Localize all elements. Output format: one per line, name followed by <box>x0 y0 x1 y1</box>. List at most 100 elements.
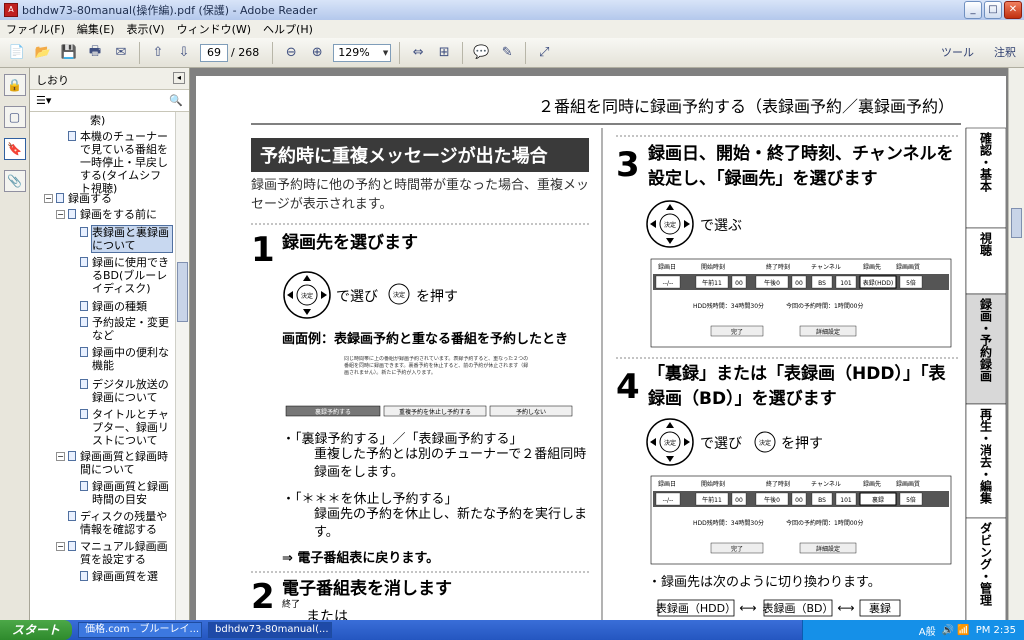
svg-text:詳細設定: 詳細設定 <box>816 328 840 336</box>
adobe-reader-icon: A <box>4 3 18 17</box>
bullet2-body: 録画先の予約を休止し、新たな予約を実行します。 <box>314 507 588 540</box>
comment-tab[interactable]: 注釈 <box>994 44 1016 60</box>
bookmark-item-selected[interactable]: 表録画と裏録画について <box>80 225 173 253</box>
ime-indicator[interactable]: A般 <box>919 623 936 638</box>
create-pdf-icon[interactable]: 📄 <box>6 42 28 64</box>
step1-number: 1 <box>251 230 275 270</box>
svg-text:--/--: --/-- <box>663 497 674 504</box>
bookmarks-header: しおり ◂ <box>30 68 189 90</box>
bookmark-item[interactable]: 録画に使用できるBD(ブルーレイディスク) <box>80 256 172 295</box>
find-bookmark-icon[interactable]: 🔍 <box>169 94 183 107</box>
bookmark-item[interactable]: − 録画をする前に <box>56 208 172 221</box>
side-tab: 確認・基本 <box>978 132 993 192</box>
bookmark-item[interactable]: 録画中の便利な機能 <box>80 346 172 372</box>
comment-icon[interactable]: 💬 <box>470 42 492 64</box>
zoom-select[interactable]: 129% <box>333 43 392 62</box>
zoom-out-icon[interactable]: ⊖ <box>280 42 302 64</box>
system-tray: A般 🔊 📶 PM 2:35 <box>802 620 1024 640</box>
bullet3: ⇒ 電子番組表に戻ります。 <box>282 550 439 566</box>
bookmark-item[interactable]: 予約設定・変更など <box>80 316 172 342</box>
open-icon[interactable]: 📂 <box>32 42 54 64</box>
lock-icon[interactable]: 🔒 <box>3 74 26 96</box>
expand-icon[interactable]: ⤢ <box>533 42 555 64</box>
markup-icon[interactable]: ✎ <box>496 42 518 64</box>
bookmark-item[interactable]: 本機のチューナーで見ている番組を一時停止・早戻しする(タイムシフト視聴) <box>68 130 172 195</box>
svg-text:⟷: ⟷ <box>837 601 854 615</box>
bookmark-item[interactable]: − マニュアル録画画質を設定する <box>56 540 172 566</box>
collapse-panel-icon[interactable]: ◂ <box>173 72 185 84</box>
print-icon[interactable]: 🖶 <box>84 42 106 64</box>
page-total: / 268 <box>231 46 260 59</box>
svg-text:録画画質: 録画画質 <box>896 480 920 488</box>
menu-help[interactable]: ヘルプ(H) <box>257 21 319 37</box>
bookmark-item[interactable]: 録画画質を選 <box>80 570 172 583</box>
menu-edit[interactable]: 編集(E) <box>71 21 121 37</box>
options-icon[interactable]: ☰▾ <box>36 94 51 107</box>
step4-push-text: を押す <box>781 436 823 452</box>
svg-text:--/--: --/-- <box>663 280 674 287</box>
fit-page-icon[interactable]: ⊞ <box>433 42 455 64</box>
dialog-button: 裏録予約する <box>315 408 351 416</box>
taskbar-item-browser[interactable]: 価格.com - ブルーレイ... <box>78 622 203 638</box>
minimize-button[interactable]: _ <box>964 1 982 19</box>
svg-text:決定: 決定 <box>301 292 313 300</box>
menu-bar: ファイル(F) 編集(E) 表示(V) ウィンドウ(W) ヘルプ(H) <box>0 20 1024 38</box>
bookmark-item[interactable]: − 録画画質と録画時間について <box>56 450 172 476</box>
bookmark-item[interactable]: 索) <box>90 114 172 127</box>
taskbar-item-reader[interactable]: bdhdw73-80manual(... <box>208 622 333 638</box>
step1-push-text: を押す <box>416 289 458 305</box>
close-button[interactable]: ✕ <box>1004 1 1022 19</box>
tray-icons[interactable]: 🔊 📶 <box>942 625 970 636</box>
bookmark-icon[interactable]: 🔖 <box>3 138 26 160</box>
prev-page-icon[interactable]: ⇧ <box>147 42 169 64</box>
menu-view[interactable]: 表示(V) <box>120 21 170 37</box>
clock: PM 2:35 <box>975 624 1016 636</box>
bookmark-item[interactable]: ディスクの残量や情報を確認する <box>68 510 172 536</box>
title-bar: A bdhdw73-80manual(操作編).pdf (保護) - Adobe… <box>0 0 1024 20</box>
svg-text:今回の予約時間：1時間00分: 今回の予約時間：1時間00分 <box>786 519 863 527</box>
bookmark-item[interactable]: デジタル放送の録画について <box>80 378 172 404</box>
bookmark-item[interactable]: 録画画質と録画時間の目安 <box>80 480 172 506</box>
page-number-input[interactable]: 69 <box>200 43 228 62</box>
step4-select-text: で選び <box>700 436 742 452</box>
attachment-icon[interactable]: 📎 <box>3 170 26 192</box>
pages-icon[interactable]: ▢ <box>3 106 26 128</box>
document-scrollbar[interactable] <box>1008 68 1024 620</box>
document-view: ２番組を同時に録画予約する（表録画予約／裏録画予約） 予約時に重複メッセージが出… <box>190 68 1024 637</box>
svg-text:BS: BS <box>818 497 826 504</box>
switch-note: ・録画先は次のように切り換わります。 <box>648 574 881 590</box>
svg-text:午後0: 午後0 <box>764 496 780 504</box>
save-icon[interactable]: 💾 <box>58 42 80 64</box>
bullet1: ・「裏録予約する」／「表録画予約する」 <box>282 432 523 447</box>
bookmark-item[interactable]: 録画の種類 <box>80 300 172 313</box>
next-page-icon[interactable]: ⇩ <box>173 42 195 64</box>
svg-text:録画画質: 録画画質 <box>896 263 920 271</box>
email-icon[interactable]: ✉ <box>110 42 132 64</box>
step1-select-text: で選び <box>336 289 378 305</box>
svg-text:00: 00 <box>735 497 743 504</box>
maximize-button[interactable]: □ <box>984 1 1002 19</box>
tools-tab[interactable]: ツール <box>941 44 974 60</box>
bookmarks-panel: しおり ◂ ☰▾ 🔍 索) 本機のチューナーで見ている番組を一時停止・早戻しする… <box>30 68 190 620</box>
menu-file[interactable]: ファイル(F) <box>0 21 71 37</box>
start-button[interactable]: スタート <box>0 620 73 640</box>
switch-item: 裏録 <box>869 601 891 615</box>
svg-text:完了: 完了 <box>731 545 743 553</box>
menu-window[interactable]: ウィンドウ(W) <box>171 21 257 37</box>
bookmarks-scrollbar[interactable] <box>175 112 189 620</box>
zoom-in-icon[interactable]: ⊕ <box>306 42 328 64</box>
svg-text:録画日: 録画日 <box>658 263 676 271</box>
fit-width-icon[interactable]: ⇔ <box>407 42 429 64</box>
step3-select-text: で選ぶ <box>700 218 742 234</box>
scroll-thumb[interactable] <box>177 262 188 322</box>
svg-text:チャンネル: チャンネル <box>811 264 841 271</box>
bookmark-item[interactable]: タイトルとチャプター、録画リストについて <box>80 408 172 447</box>
side-tab: 視聴 <box>978 232 993 256</box>
step4-title: 「裏録」または「表録画（HDD）」「表録画（BD）」を選びます <box>648 364 946 409</box>
svg-text:完了: 完了 <box>731 328 743 336</box>
svg-text:今回の予約時間：1時間00分: 今回の予約時間：1時間00分 <box>786 302 863 310</box>
navigation-pane: 🔒 ▢ 🔖 📎 <box>0 68 30 620</box>
bookmark-item[interactable]: − 録画する <box>44 192 172 205</box>
switch-item: 表録画（HDD） <box>656 601 736 615</box>
scroll-thumb[interactable] <box>1011 208 1022 238</box>
